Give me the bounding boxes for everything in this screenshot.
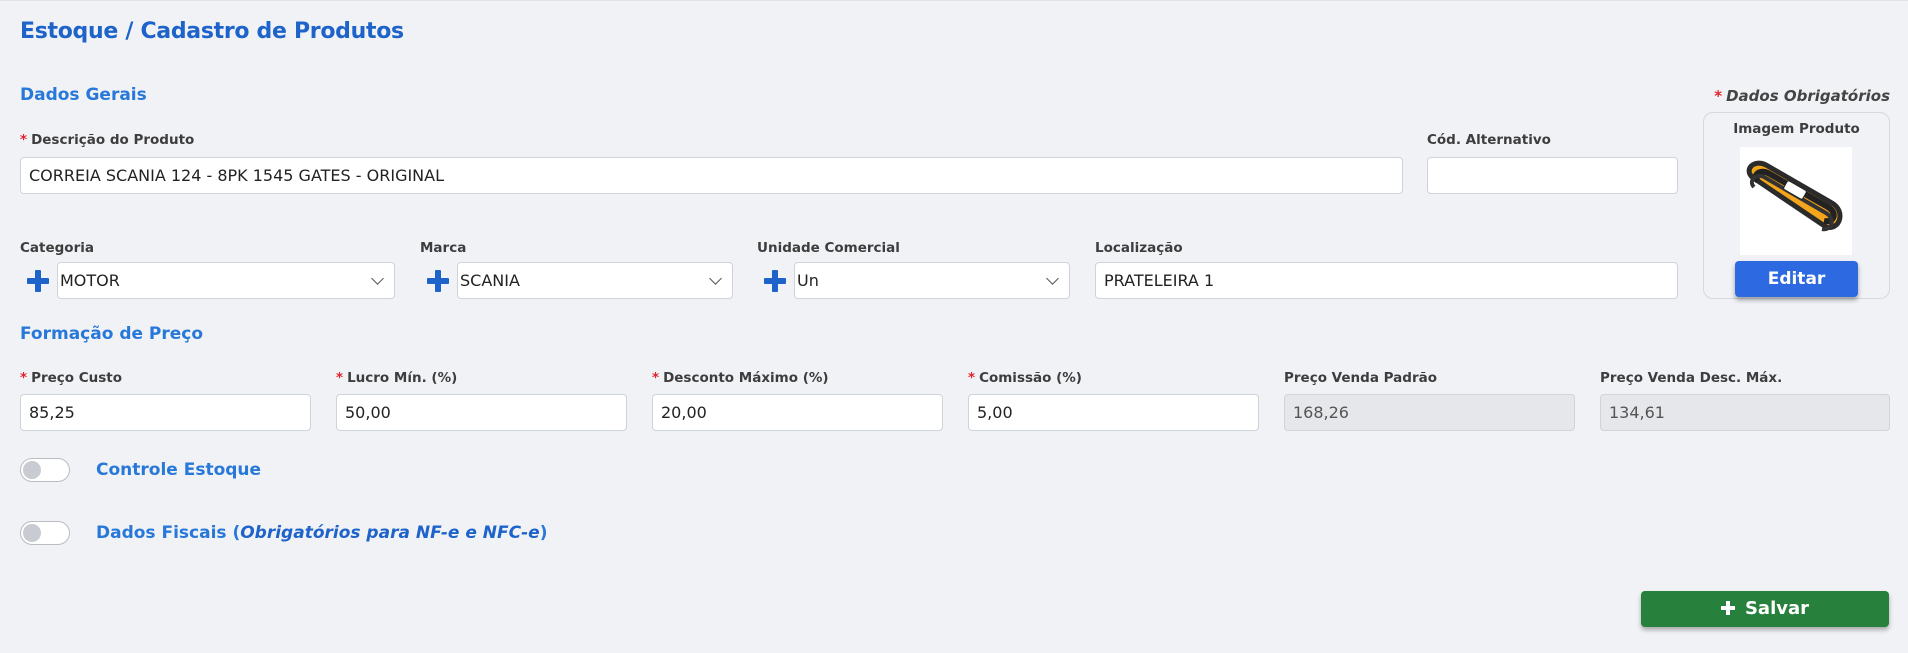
alt-code-label: Cód. Alternativo (1427, 132, 1551, 148)
save-label: Salvar (1744, 598, 1810, 619)
section-general-title: Dados Gerais (20, 85, 147, 105)
commission-input[interactable]: 5,00 (968, 394, 1259, 431)
unit-select[interactable]: Un (794, 262, 1070, 299)
alt-code-input[interactable] (1427, 157, 1678, 194)
required-star: * (1714, 87, 1723, 105)
required-note-text: Dados Obrigatórios (1726, 87, 1890, 105)
product-image (1740, 147, 1852, 255)
chevron-down-icon (709, 271, 722, 285)
max-discount-label: * Desconto Máximo (%) (652, 370, 829, 386)
save-button[interactable]: Salvar (1641, 591, 1889, 627)
discount-price-label: Preço Venda Desc. Máx. (1600, 370, 1783, 386)
belt-icon (1746, 160, 1843, 232)
default-price-label: Preço Venda Padrão (1284, 370, 1437, 386)
toggle-knob (23, 524, 41, 542)
brand-value: SCANIA (460, 271, 520, 290)
stock-control-toggle[interactable] (20, 458, 70, 482)
product-image-panel: Imagem Produto Editar (1703, 112, 1890, 299)
page-title: Estoque / Cadastro de Produtos (20, 19, 404, 44)
add-category-icon[interactable] (27, 270, 49, 292)
max-discount-input[interactable]: 20,00 (652, 394, 943, 431)
toggle-knob (23, 461, 41, 479)
brand-label: Marca (420, 240, 467, 256)
min-profit-label: * Lucro Mín. (%) (336, 370, 458, 386)
min-profit-input[interactable]: 50,00 (336, 394, 627, 431)
required-note: * Dados Obrigatórios (1714, 87, 1890, 105)
description-label: * Descrição do Produto (20, 132, 195, 148)
cost-price-label: * Preço Custo (20, 370, 123, 386)
chevron-down-icon (371, 271, 384, 285)
chevron-down-icon (1046, 271, 1059, 285)
fiscal-data-toggle[interactable] (20, 521, 70, 545)
location-label: Localização (1095, 240, 1183, 256)
unit-value: Un (797, 271, 819, 290)
section-pricing-title: Formação de Preço (20, 324, 204, 344)
category-value: MOTOR (60, 271, 120, 290)
location-input[interactable]: PRATELEIRA 1 (1095, 262, 1678, 299)
unit-label: Unidade Comercial (757, 240, 900, 256)
fiscal-data-label: Dados Fiscais (Obrigatórios para NF-e e … (96, 523, 548, 543)
add-brand-icon[interactable] (427, 270, 449, 292)
commission-label: * Comissão (%) (968, 370, 1082, 386)
cost-price-input[interactable]: 85,25 (20, 394, 311, 431)
stock-control-label: Controle Estoque (96, 460, 262, 480)
default-price-input: 168,26 (1284, 394, 1575, 431)
edit-image-button[interactable]: Editar (1735, 261, 1858, 297)
category-label: Categoria (20, 240, 94, 256)
description-input[interactable]: CORREIA SCANIA 124 - 8PK 1545 GATES - OR… (20, 157, 1403, 194)
plus-icon (1720, 601, 1735, 615)
add-unit-icon[interactable] (764, 270, 786, 292)
category-select[interactable]: MOTOR (57, 262, 395, 299)
discount-price-input: 134,61 (1600, 394, 1890, 431)
product-image-label: Imagem Produto (1733, 121, 1860, 137)
brand-select[interactable]: SCANIA (457, 262, 733, 299)
